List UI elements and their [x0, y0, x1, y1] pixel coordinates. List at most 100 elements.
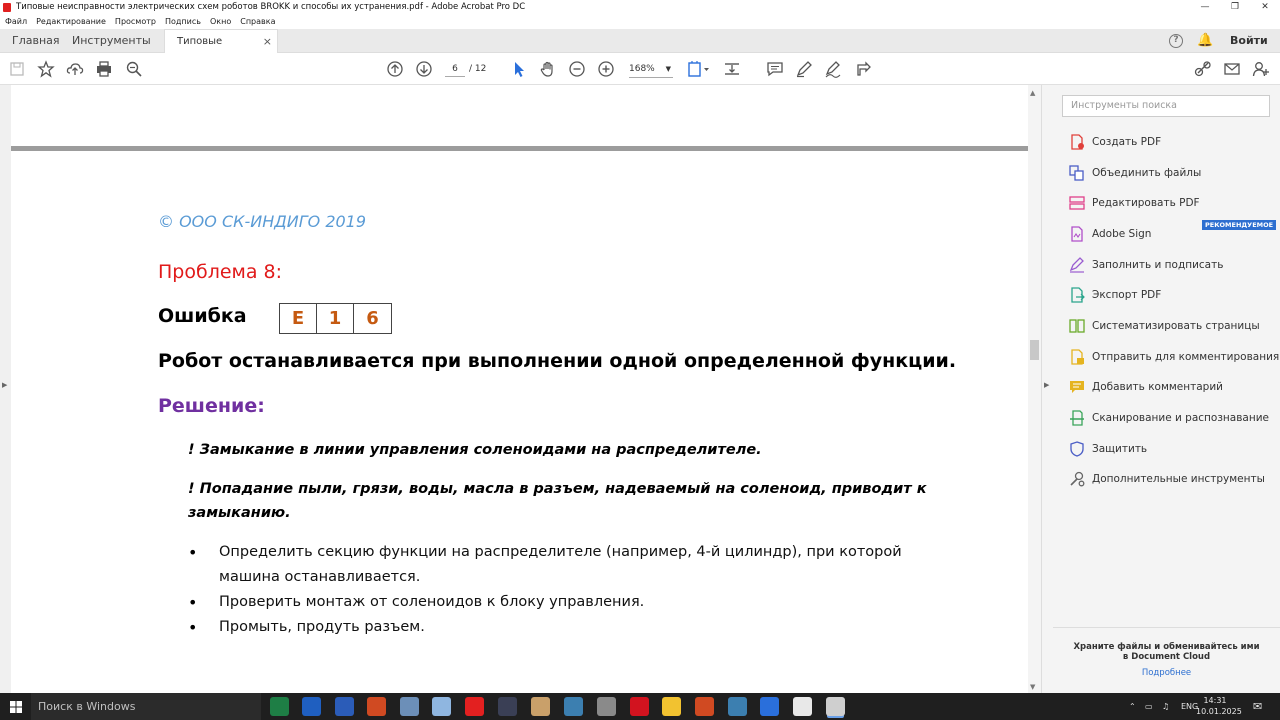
- menu-file[interactable]: Файл: [5, 15, 27, 29]
- restore-button[interactable]: ❐: [1220, 0, 1250, 15]
- sign-pen-icon[interactable]: [824, 60, 842, 78]
- zoom-search-icon[interactable]: [125, 60, 143, 78]
- add-user-icon[interactable]: [1252, 60, 1270, 78]
- print-icon[interactable]: [95, 60, 113, 78]
- taskbar-search-input[interactable]: Поиск в Windows: [31, 693, 261, 720]
- yandex-app-icon[interactable]: [465, 697, 484, 716]
- menu-window[interactable]: Окно: [210, 15, 231, 29]
- hand-tool-icon[interactable]: [539, 60, 557, 78]
- yandex-browser-app-icon[interactable]: [793, 697, 812, 716]
- comment-icon[interactable]: [766, 60, 784, 78]
- tool-organize-pages[interactable]: Систематизировать страницы: [1069, 316, 1260, 336]
- opera-app-icon[interactable]: [630, 697, 649, 716]
- chevron-right-icon: ▶: [2, 381, 8, 389]
- tool-label: Редактировать PDF: [1092, 197, 1200, 209]
- tool-scan[interactable]: Сканирование и распознавание: [1069, 408, 1269, 428]
- menu-help[interactable]: Справка: [240, 15, 275, 29]
- error-code-cell: 6: [366, 308, 379, 329]
- fit-page-icon[interactable]: [687, 60, 711, 78]
- tool-send-comment[interactable]: Отправить для комментирования: [1069, 347, 1279, 367]
- tool-label: Adobe Sign: [1092, 228, 1152, 240]
- zoom-out-icon[interactable]: [568, 60, 586, 78]
- note-text: ! Попадание пыли, грязи, воды, масла в р…: [188, 481, 927, 521]
- bell-icon[interactable]: 🔔: [1197, 33, 1213, 49]
- network-icon[interactable]: ▭: [1145, 693, 1153, 720]
- powerpoint-app-icon[interactable]: [367, 697, 386, 716]
- signin-button[interactable]: Войти: [1230, 29, 1268, 53]
- monitor-app-icon[interactable]: [728, 697, 747, 716]
- tab-document[interactable]: Типовые неисправ... ×: [164, 29, 278, 71]
- tool-adobe-sign[interactable]: Adobe Sign: [1069, 224, 1151, 244]
- paint-app-icon[interactable]: [531, 697, 550, 716]
- right-panel-toggle[interactable]: ▶: [1041, 85, 1053, 693]
- document-viewer[interactable]: © ООО СК-ИНДИГО 2019 Проблема 8: Ошибка …: [11, 85, 1028, 693]
- page-separator: [11, 146, 1028, 151]
- tab-tools[interactable]: Инструменты: [72, 29, 151, 53]
- left-panel-toggle[interactable]: ▶: [0, 85, 11, 693]
- menu-edit[interactable]: Редактирование: [36, 15, 106, 29]
- toolbar: 6 / 12 168% ▼: [0, 53, 1280, 85]
- scroll-mode-icon[interactable]: [723, 60, 741, 78]
- menu-sign[interactable]: Подпись: [165, 15, 201, 29]
- tool-more-tools[interactable]: Дополнительные инструменты: [1069, 469, 1265, 489]
- tool-combine-files[interactable]: Объединить файлы: [1069, 163, 1201, 183]
- chrome-app-icon[interactable]: [760, 697, 779, 716]
- help-icon[interactable]: ?: [1169, 34, 1183, 48]
- previous-page-icon[interactable]: [386, 60, 404, 78]
- settings-app-icon[interactable]: [597, 697, 616, 716]
- explorer-app-icon[interactable]: [662, 697, 681, 716]
- notifications-icon[interactable]: ✉: [1253, 693, 1262, 720]
- tool-add-comment[interactable]: Добавить комментарий: [1069, 377, 1223, 397]
- link-share-icon[interactable]: [1194, 60, 1212, 78]
- clock-time: 14:31: [1203, 696, 1227, 705]
- volume-icon[interactable]: ♫: [1162, 693, 1169, 720]
- tray-chevron-icon[interactable]: ⌃: [1129, 693, 1136, 720]
- save-icon[interactable]: [8, 60, 26, 78]
- tool-protect[interactable]: Защитить: [1069, 439, 1147, 459]
- email-icon[interactable]: [1223, 60, 1241, 78]
- promo-link[interactable]: Подробнее: [1053, 668, 1280, 678]
- notepad-app-icon[interactable]: [432, 697, 451, 716]
- tool-app-icon[interactable]: [695, 697, 714, 716]
- star-icon[interactable]: [37, 60, 55, 78]
- scroll-up-icon[interactable]: ▲: [1030, 89, 1035, 97]
- tool-edit-pdf[interactable]: Редактировать PDF: [1069, 193, 1200, 213]
- outlook-app-icon[interactable]: [302, 697, 321, 716]
- tools-search-input[interactable]: Инструменты поиска: [1062, 95, 1270, 117]
- minimize-button[interactable]: —: [1190, 0, 1220, 15]
- camera-app-icon[interactable]: [498, 697, 517, 716]
- tool-label: Систематизировать страницы: [1092, 320, 1260, 332]
- tool-fill-sign[interactable]: Заполнить и подписать: [1069, 255, 1223, 275]
- tool-label: Сканирование и распознавание: [1092, 412, 1269, 424]
- word-app-icon[interactable]: [335, 697, 354, 716]
- tool-create-pdf[interactable]: Создать PDF: [1069, 132, 1161, 152]
- share-tools-icon[interactable]: [855, 60, 873, 78]
- tool-export-pdf[interactable]: Экспорт PDF: [1069, 285, 1161, 305]
- zoom-level-select[interactable]: 168% ▼: [629, 61, 673, 78]
- zoom-in-icon[interactable]: [597, 60, 615, 78]
- export-pdf-icon: [1069, 287, 1085, 303]
- menu-view[interactable]: Просмотр: [115, 15, 156, 29]
- document-scrollbar[interactable]: ▲ ▼: [1028, 85, 1041, 693]
- page-number-input[interactable]: 6: [445, 61, 465, 77]
- combine-files-icon: [1069, 165, 1085, 181]
- scrollbar-thumb[interactable]: [1030, 340, 1039, 360]
- close-button[interactable]: ✕: [1250, 0, 1280, 15]
- tab-close-button[interactable]: ×: [263, 30, 272, 54]
- acrobat-app-icon[interactable]: [826, 697, 845, 716]
- taskbar-clock[interactable]: 14:31 10.01.2025: [1196, 695, 1242, 717]
- map-app-icon[interactable]: [564, 697, 583, 716]
- tools-pane: Инструменты поиска Создать PDF Объединит…: [1053, 85, 1280, 693]
- next-page-icon[interactable]: [415, 60, 433, 78]
- windows-start-button[interactable]: [0, 693, 31, 720]
- title-bar: Типовые неисправности электрических схем…: [0, 0, 1280, 15]
- select-cursor-icon[interactable]: [510, 60, 528, 78]
- cloud-upload-icon[interactable]: [66, 60, 84, 78]
- scan-icon: [1069, 410, 1085, 426]
- list-item: Определить секцию функции на распределит…: [188, 540, 948, 590]
- tab-home[interactable]: Главная: [12, 29, 60, 53]
- computer-app-icon[interactable]: [400, 697, 419, 716]
- excel-app-icon[interactable]: [270, 697, 289, 716]
- scroll-down-icon[interactable]: ▼: [1030, 683, 1035, 691]
- highlight-pen-icon[interactable]: [795, 60, 813, 78]
